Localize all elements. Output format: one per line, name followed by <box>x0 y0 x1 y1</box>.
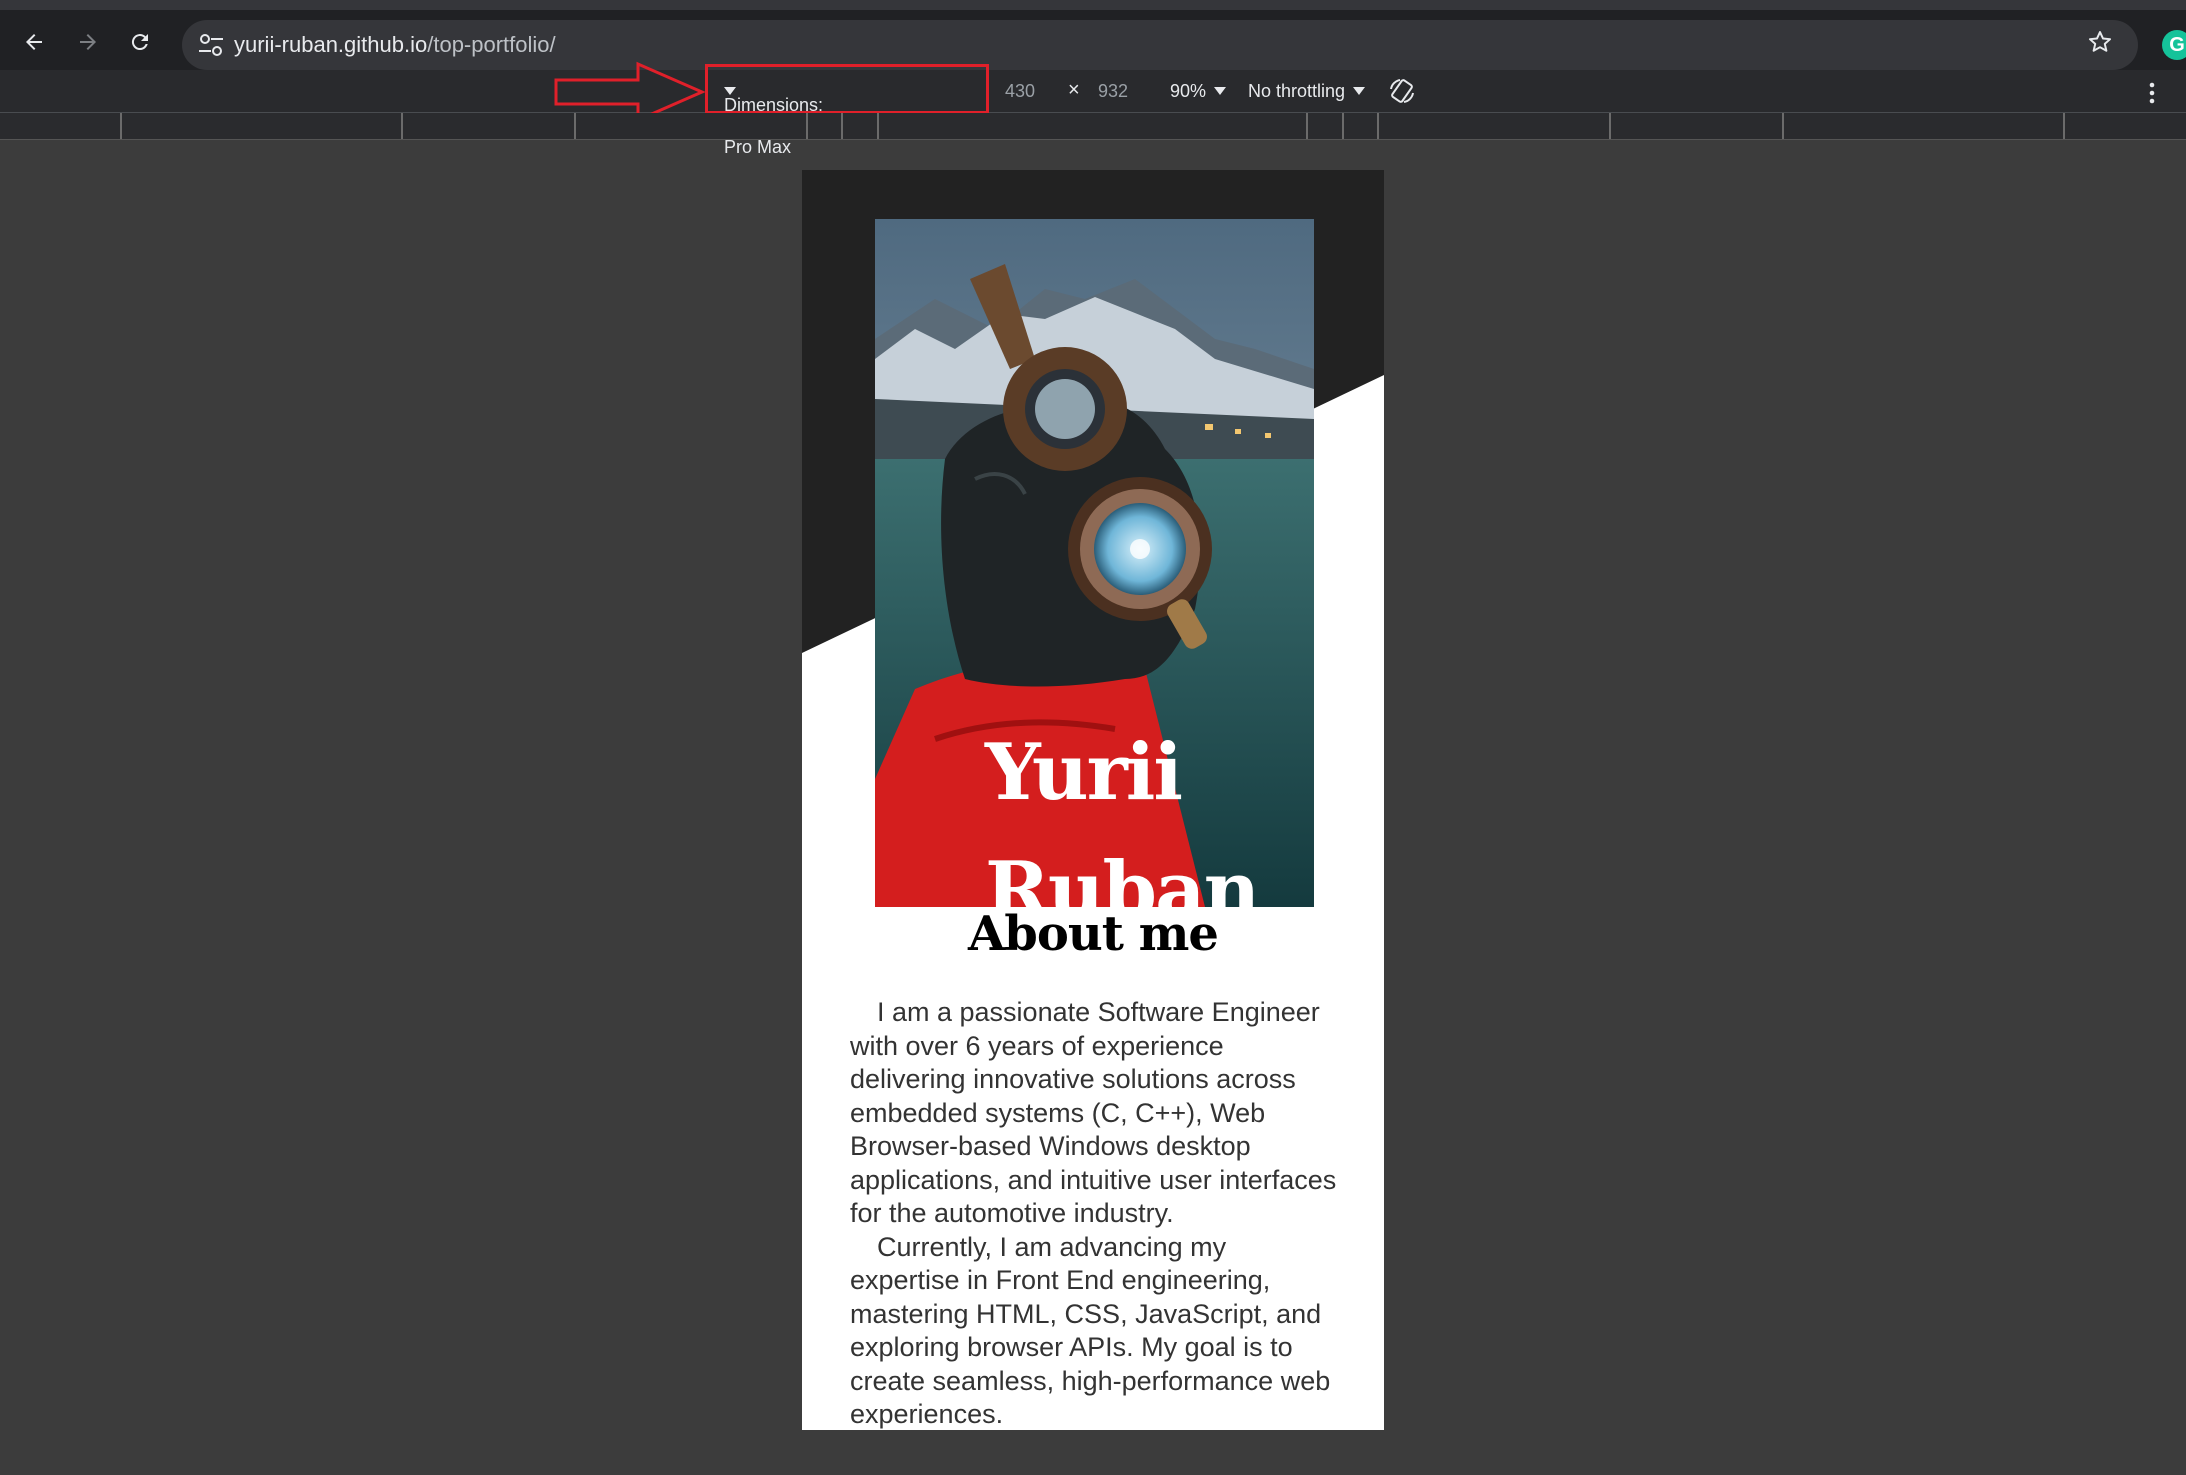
more-options-icon[interactable] <box>2142 78 2162 108</box>
throttling-dropdown[interactable]: No throttling <box>1248 81 1366 102</box>
ruler-tick <box>574 113 576 139</box>
ruler-tick <box>877 113 879 139</box>
hero-image: Yurii Ruban <box>875 219 1314 907</box>
url-text[interactable]: yurii-ruban.github.io/top-portfolio/ <box>234 32 556 58</box>
ruler-tick <box>120 113 122 139</box>
ruler-tick <box>2063 113 2065 139</box>
browser-toolbar: yurii-ruban.github.io/top-portfolio/ G <box>0 0 2186 70</box>
device-viewport: Yurii Ruban About me I am a passionate S… <box>802 170 1384 1430</box>
hero-name: Yurii Ruban <box>985 714 1260 907</box>
about-heading: About me <box>968 906 1219 962</box>
about-paragraph: I am a passionate Software Engineer with… <box>850 997 1337 1228</box>
ruler-tick <box>401 113 403 139</box>
width-input[interactable]: 430 <box>1005 81 1035 102</box>
ruler-tick <box>1342 113 1344 139</box>
reload-icon <box>131 34 148 51</box>
bookmark-button[interactable] <box>2078 20 2122 64</box>
reload-button[interactable] <box>118 20 162 64</box>
zoom-label: 90% <box>1170 81 1207 101</box>
ruler-tick <box>841 113 843 139</box>
chevron-down-icon <box>724 87 736 95</box>
device-toolbar: Dimensions: iPhone 14 Pro Max 430 × 932 … <box>0 61 2186 157</box>
zoom-dropdown[interactable]: 90% <box>1170 81 1227 102</box>
ruler-tick <box>1377 113 1379 139</box>
chevron-down-icon <box>1353 87 1366 95</box>
dimension-separator: × <box>1068 79 1080 101</box>
hero-last-name: Ruban <box>985 845 1260 907</box>
grammarly-extension-icon[interactable]: G <box>2162 30 2186 60</box>
about-paragraph: Currently, I am advancing my expertise i… <box>850 1231 1331 1430</box>
rotate-icon[interactable] <box>1388 77 1416 105</box>
url-path: /top-portfolio/ <box>427 32 556 57</box>
ruler-tick <box>1306 113 1308 139</box>
ruler-tick <box>1782 113 1784 139</box>
back-button[interactable] <box>12 20 56 64</box>
address-bar[interactable]: yurii-ruban.github.io/top-portfolio/ <box>182 20 2138 70</box>
site-settings-icon[interactable] <box>196 31 226 59</box>
arrow-right-icon <box>80 34 96 50</box>
media-query-ruler[interactable] <box>0 113 2186 140</box>
ruler-tick <box>1609 113 1611 139</box>
forward-button[interactable] <box>66 20 110 64</box>
url-host: yurii-ruban.github.io <box>234 32 428 57</box>
ruler-tick <box>806 113 808 139</box>
hero-first-name: Yurii <box>985 727 1183 818</box>
chevron-down-icon <box>1214 87 1227 95</box>
height-input[interactable]: 932 <box>1098 81 1128 102</box>
throttling-label: No throttling <box>1248 81 1346 101</box>
arrow-left-icon <box>26 34 42 50</box>
about-text: I am a passionate Software Engineer with… <box>850 996 1340 1430</box>
star-icon <box>2088 31 2112 52</box>
dimensions-dropdown[interactable]: Dimensions: iPhone 14 Pro Max <box>705 64 989 157</box>
